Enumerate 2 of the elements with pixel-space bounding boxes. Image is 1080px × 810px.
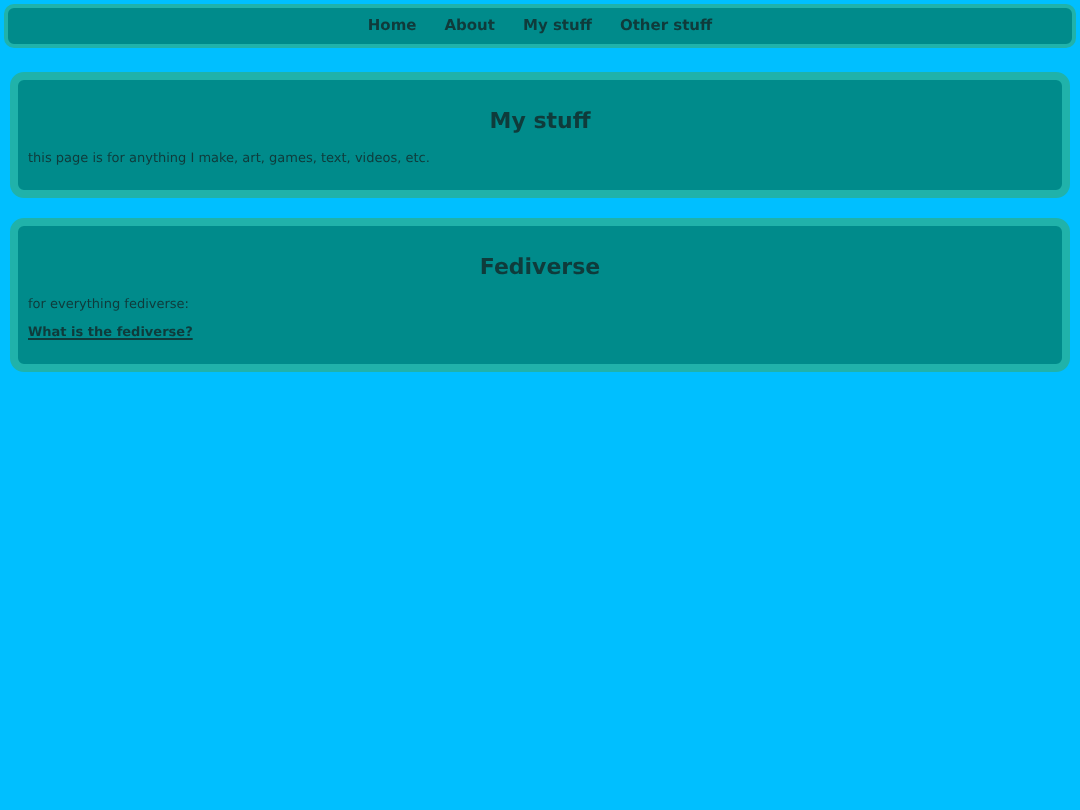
section-title: Fediverse	[477, 254, 603, 280]
section-title: My stuff	[487, 108, 593, 134]
